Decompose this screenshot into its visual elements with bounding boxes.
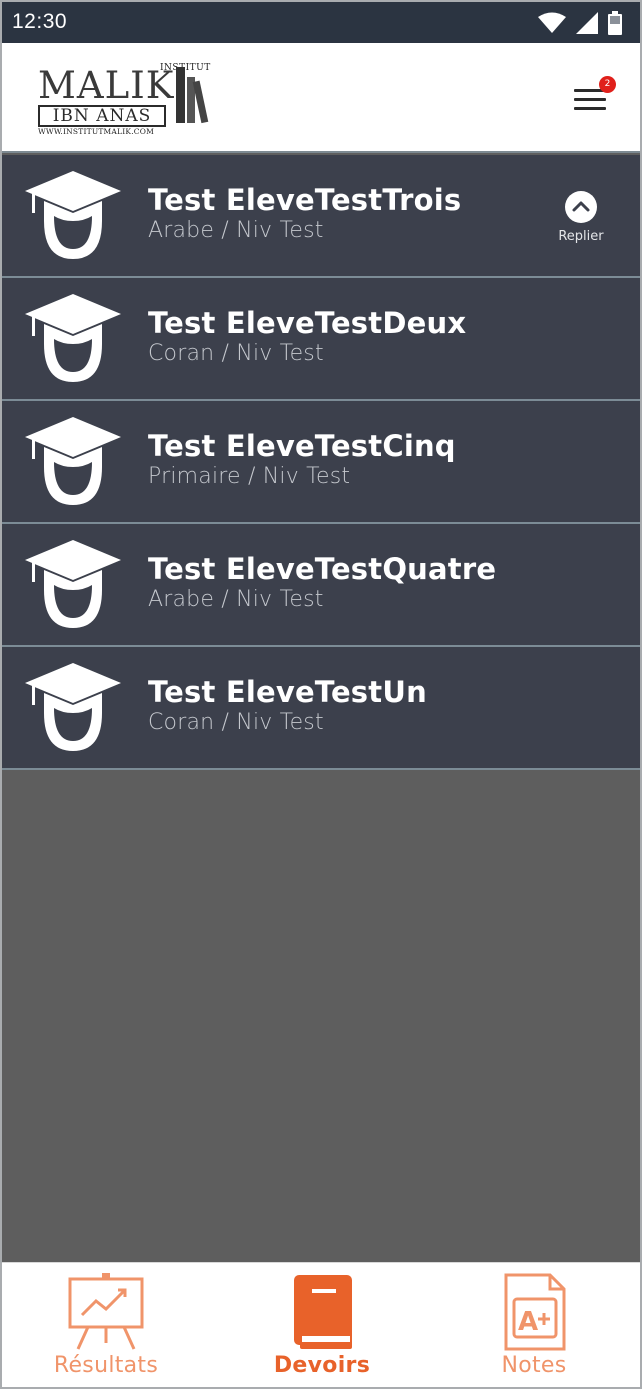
student-list: Test EleveTestTrois Arabe / Niv Test Rep… [2, 155, 640, 770]
graduate-avatar-icon [25, 417, 121, 505]
student-class: Arabe / Niv Test [148, 587, 324, 612]
bottom-navigation: Résultats Devoirs A Notes [2, 1262, 640, 1387]
tab-resultats[interactable]: Résultats [26, 1273, 186, 1385]
chevron-up-icon [565, 191, 597, 223]
student-name: Test EleveTestTrois [148, 183, 462, 217]
student-row[interactable]: Test EleveTestDeux Coran / Niv Test [2, 278, 640, 401]
signal-icon [576, 12, 598, 34]
graduate-avatar-icon [25, 663, 121, 751]
logo-url-text: WWW.INSTITUTMALIK.COM [38, 127, 154, 136]
svg-text:A: A [518, 1307, 538, 1337]
tab-notes[interactable]: A Notes [454, 1273, 614, 1385]
student-class: Coran / Niv Test [148, 710, 324, 735]
institut-malik-logo[interactable]: INSTITUT MALIK IBN ANAS WWW.INSTITUTMALI… [34, 63, 214, 136]
tab-resultats-label: Résultats [53, 1353, 159, 1378]
tab-devoirs-label: Devoirs [273, 1353, 371, 1378]
student-row[interactable]: Test EleveTestUn Coran / Niv Test [2, 647, 640, 770]
grade-document-icon: A [504, 1273, 566, 1351]
student-name: Test EleveTestDeux [148, 306, 467, 340]
student-row[interactable]: Test EleveTestTrois Arabe / Niv Test Rep… [2, 155, 640, 278]
tab-devoirs[interactable]: Devoirs [242, 1273, 402, 1385]
wifi-icon [538, 12, 566, 33]
status-time: 12:30 [12, 10, 68, 33]
notification-badge: 2 [599, 76, 616, 93]
student-name: Test EleveTestUn [148, 675, 427, 709]
graduate-avatar-icon [25, 540, 121, 628]
collapse-label: Replier [558, 229, 604, 244]
app-header: INSTITUT MALIK IBN ANAS WWW.INSTITUTMALI… [2, 43, 640, 153]
logo-main-text: MALIK [38, 64, 175, 107]
status-icons [538, 11, 622, 35]
books-icon [176, 67, 209, 124]
student-class: Coran / Niv Test [148, 341, 324, 366]
student-class: Arabe / Niv Test [148, 218, 324, 243]
chart-board-icon [68, 1273, 144, 1350]
logo-sub-text: IBN ANAS [38, 105, 166, 127]
student-name: Test EleveTestCinq [148, 429, 456, 463]
book-icon [294, 1275, 352, 1349]
collapse-button[interactable]: Replier [554, 191, 608, 251]
graduate-avatar-icon [25, 171, 121, 259]
student-row[interactable]: Test EleveTestQuatre Arabe / Niv Test [2, 524, 640, 647]
student-class: Primaire / Niv Test [148, 464, 351, 489]
student-name: Test EleveTestQuatre [148, 552, 497, 586]
hamburger-menu-button[interactable]: 2 [570, 76, 616, 119]
battery-icon [608, 11, 622, 35]
student-row[interactable]: Test EleveTestCinq Primaire / Niv Test [2, 401, 640, 524]
graduate-avatar-icon [25, 294, 121, 382]
tab-notes-label: Notes [501, 1353, 567, 1378]
app-frame: 12:30 INSTITUT MALIK IBN ANAS WWW.INSTIT… [0, 0, 642, 1389]
status-bar: 12:30 [2, 2, 640, 43]
